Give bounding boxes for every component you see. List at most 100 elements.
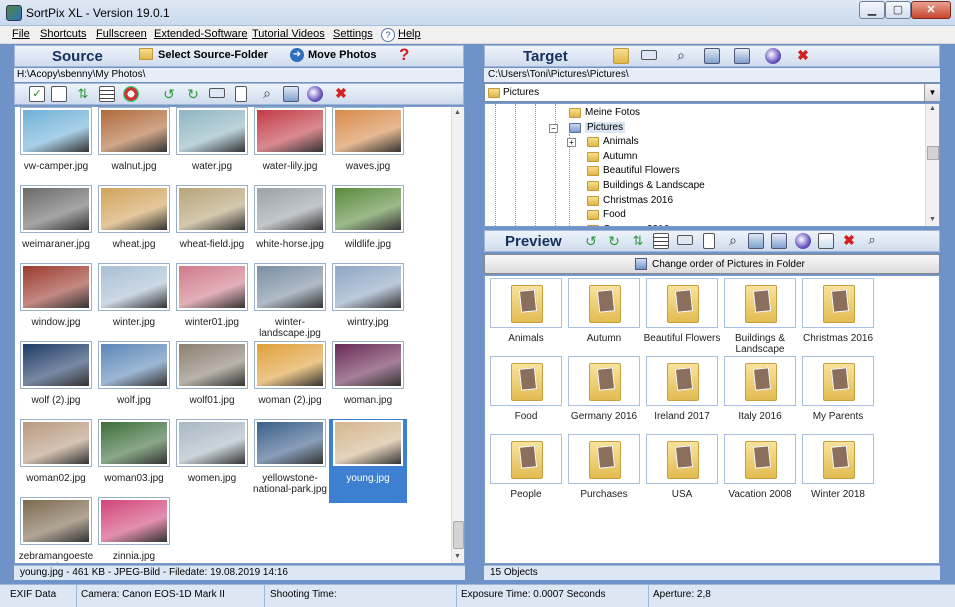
preview-folder[interactable]: Autumn: [565, 278, 643, 344]
move-icon[interactable]: [677, 235, 693, 245]
target-folder-dropdown[interactable]: Pictures ▼: [484, 83, 940, 102]
check-all-icon[interactable]: ✓: [29, 86, 45, 102]
preview-folder[interactable]: Italy 2016: [721, 356, 799, 422]
thumbnail-item[interactable]: winter01.jpg: [173, 263, 251, 328]
search-icon[interactable]: ⌕: [673, 47, 689, 63]
maximize-button[interactable]: ▢: [885, 1, 911, 19]
tree-item[interactable]: Animals: [603, 136, 639, 147]
thumbnail-item[interactable]: vw-camper.jpg: [17, 107, 95, 172]
thumbnail-item[interactable]: walnut.jpg: [95, 107, 173, 172]
copy-icon[interactable]: [283, 86, 299, 102]
tree-item[interactable]: Pictures: [585, 121, 626, 133]
menu-fullscreen[interactable]: Fullscreen: [96, 28, 147, 40]
thumbnail-item[interactable]: women.jpg: [173, 419, 251, 484]
thumbnail-item[interactable]: weimaraner.jpg: [17, 185, 95, 250]
preview-folder[interactable]: Germany 2016: [565, 356, 643, 422]
menu-settings[interactable]: Settings: [333, 28, 373, 40]
menu-shortcuts[interactable]: Shortcuts: [40, 28, 86, 40]
preview-folder[interactable]: Christmas 2016: [799, 278, 877, 344]
thumbnail-item[interactable]: zinnia.jpg: [95, 497, 173, 562]
tree-item[interactable]: Autumn: [603, 151, 637, 162]
thumbnail-item[interactable]: waves.jpg: [329, 107, 407, 172]
close-button[interactable]: ✕: [911, 1, 951, 19]
source-scrollbar[interactable]: ▲ ▼: [451, 107, 464, 563]
document-icon[interactable]: [235, 86, 247, 102]
copy-icon[interactable]: [748, 233, 764, 249]
scroll-thumb[interactable]: [453, 521, 464, 549]
thumbnail-item[interactable]: winter.jpg: [95, 263, 173, 328]
delete-icon[interactable]: ✖: [841, 232, 857, 248]
preview-folder[interactable]: Food: [487, 356, 565, 422]
thumbnail-item[interactable]: woman03.jpg: [95, 419, 173, 484]
delete-icon[interactable]: ✖: [333, 85, 349, 101]
help-icon[interactable]: ?: [381, 28, 395, 42]
thumbnail-item[interactable]: wintry.jpg: [329, 263, 407, 328]
tree-item[interactable]: Germany 2016: [603, 224, 669, 226]
list-view-icon[interactable]: [99, 86, 115, 102]
scroll-up-icon[interactable]: ▲: [454, 109, 461, 116]
preview-folder[interactable]: My Parents: [799, 356, 877, 422]
preview-folder[interactable]: USA: [643, 434, 721, 500]
move-icon[interactable]: [209, 88, 225, 98]
rotate-right-icon[interactable]: ↻: [606, 233, 622, 249]
globe-icon[interactable]: [795, 233, 811, 249]
help-question-icon[interactable]: ?: [399, 45, 409, 65]
minimize-button[interactable]: ▁: [859, 1, 885, 19]
scroll-up-icon[interactable]: ▲: [929, 105, 936, 112]
zoom-icon[interactable]: ⌕: [725, 232, 741, 248]
thumbnail-item[interactable]: wolf01.jpg: [173, 341, 251, 406]
thumbnail-item[interactable]: yellowstone-national-park.jpg: [251, 419, 329, 495]
rename-icon[interactable]: [641, 50, 657, 60]
tree-item[interactable]: Buildings & Landscape: [603, 180, 705, 191]
zoom-icon[interactable]: ⌕: [259, 85, 275, 101]
scroll-down-icon[interactable]: ▼: [929, 216, 936, 223]
thumbnail-item[interactable]: wolf.jpg: [95, 341, 173, 406]
thumbnail-item[interactable]: woman02.jpg: [17, 419, 95, 484]
rotate-right-icon[interactable]: ↻: [185, 86, 201, 102]
document-icon[interactable]: [703, 233, 715, 249]
tree-scrollbar[interactable]: ▲ ▼: [925, 104, 939, 226]
preview-folder[interactable]: Beautiful Flowers: [643, 278, 721, 344]
rotate-left-icon[interactable]: ↺: [161, 86, 177, 102]
preview-folder[interactable]: Winter 2018: [799, 434, 877, 500]
scroll-down-icon[interactable]: ▼: [454, 553, 461, 560]
slideshow-icon[interactable]: [818, 233, 834, 249]
uncheck-all-icon[interactable]: [51, 86, 67, 102]
monitor-icon[interactable]: [734, 48, 750, 64]
thumbnail-item[interactable]: wheat.jpg: [95, 185, 173, 250]
menu-file[interactable]: File: [12, 28, 30, 40]
preview-folder[interactable]: Purchases: [565, 434, 643, 500]
menu-tutorial-videos[interactable]: Tutorial Videos: [252, 28, 325, 40]
expand-icon[interactable]: +: [567, 138, 576, 148]
menu-extended-software[interactable]: Extended-Software: [154, 28, 248, 40]
thumbnail-item[interactable]: wheat-field.jpg: [173, 185, 251, 250]
tree-item[interactable]: Christmas 2016: [603, 195, 673, 206]
globe-icon[interactable]: [307, 86, 323, 102]
thumbnail-item[interactable]: wildlife.jpg: [329, 185, 407, 250]
sort-icon[interactable]: ⇅: [630, 233, 646, 249]
preview-folder[interactable]: Ireland 2017: [643, 356, 721, 422]
thumbnail-item[interactable]: white-horse.jpg: [251, 185, 329, 250]
select-source-folder-button[interactable]: Select Source-Folder: [158, 49, 268, 61]
change-order-button[interactable]: Change order of Pictures in Folder: [484, 254, 940, 274]
zoom-out-icon[interactable]: ⌕: [864, 232, 880, 248]
tree-item[interactable]: Food: [603, 209, 626, 220]
thumbnail-item[interactable]: zebramangoesteen.jpg: [17, 497, 95, 563]
menu-help[interactable]: Help: [398, 28, 421, 40]
move-photos-button[interactable]: Move Photos: [308, 49, 376, 61]
thumbnail-item[interactable]: winter-landscape.jpg: [251, 263, 329, 339]
preview-folder[interactable]: Vacation 2008: [721, 434, 799, 500]
preview-folder[interactable]: Buildings & Landscape: [721, 278, 799, 355]
chevron-down-icon[interactable]: ▼: [924, 84, 940, 101]
preview-folder[interactable]: Animals: [487, 278, 565, 344]
thumbnail-item[interactable]: young.jpg: [329, 419, 407, 503]
delete-icon[interactable]: ✖: [795, 47, 811, 63]
monitor-icon[interactable]: [771, 233, 787, 249]
list-view-icon[interactable]: [653, 233, 669, 249]
new-folder-icon[interactable]: [613, 48, 629, 64]
settings-wheel-icon[interactable]: [123, 86, 139, 102]
collapse-icon[interactable]: −: [549, 123, 558, 133]
tree-item[interactable]: Beautiful Flowers: [603, 165, 680, 176]
scroll-thumb[interactable]: [927, 146, 939, 160]
rotate-left-icon[interactable]: ↺: [583, 233, 599, 249]
